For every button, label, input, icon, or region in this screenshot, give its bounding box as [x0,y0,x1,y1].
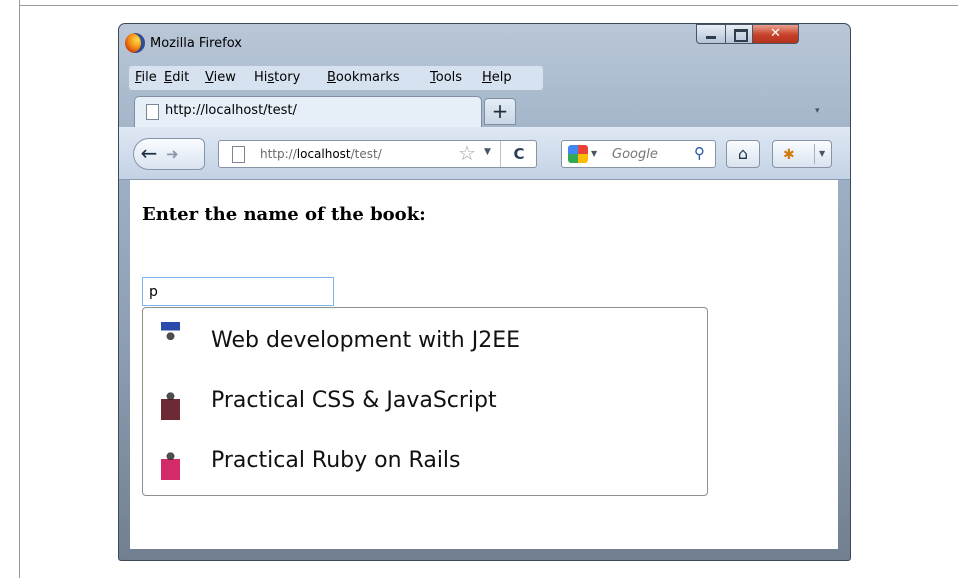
page-heading: Enter the name of the book: [142,204,426,225]
close-icon: ✕ [770,26,781,41]
maximize-icon [734,29,748,42]
menu-bar: File Edit View History Bookmarks Tools H… [129,66,543,90]
history-dropdown-icon[interactable]: ▼ [484,147,491,157]
menu-help[interactable]: Help [482,70,512,85]
home-button[interactable]: ⌂ [726,140,760,168]
menu-file[interactable]: File [135,70,157,85]
book-name-input[interactable] [142,277,334,306]
page-frame-line [19,5,958,6]
search-icon[interactable]: ⚲ [694,144,705,162]
bookmark-star-icon[interactable]: ☆ [458,141,476,165]
autocomplete-dropdown: Web development with J2EE Practical CSS … [142,307,708,496]
search-box[interactable]: ▼ Google ⚲ [561,140,716,168]
maximize-button[interactable] [725,24,753,44]
title-bar[interactable]: Mozilla Firefox ✕ [119,24,850,64]
close-button[interactable]: ✕ [752,24,799,44]
book-cover-ruby-icon [161,442,180,480]
minimize-button[interactable] [696,24,726,44]
reload-button[interactable]: C [500,141,537,167]
suggestion-label: Practical CSS & JavaScript [211,388,497,413]
book-cover-css-icon [161,382,180,420]
suggestion-item[interactable]: Practical CSS & JavaScript [143,371,707,431]
window-title: Mozilla Firefox [150,36,242,51]
tab-label: http://localhost/test/ [165,103,297,118]
new-tab-button[interactable]: + [484,98,516,125]
back-forward-group: ← ➜ [133,138,205,170]
tab-list-arrow-icon[interactable]: ▾ [815,106,820,116]
google-logo-icon [568,145,588,163]
search-engine-dropdown-icon[interactable]: ▼ [591,149,597,158]
menu-bookmarks[interactable]: Bookmarks [327,70,400,85]
minimize-icon [706,36,716,39]
page-content: Enter the name of the book: Web developm… [130,180,838,549]
addon-button[interactable]: ✱ ▼ [772,140,832,168]
forward-button[interactable]: ➜ [166,141,179,167]
menu-view[interactable]: View [205,70,236,85]
page-icon [146,104,159,120]
addon-dropdown-icon[interactable]: ▼ [819,149,825,158]
book-cover-j2ee-icon [161,322,180,360]
search-placeholder: Google [612,147,658,162]
url-text[interactable]: http://localhost/test/ [260,147,382,161]
tab-localhost-test[interactable]: http://localhost/test/ [134,96,482,127]
suggestion-item[interactable]: Practical Ruby on Rails [143,431,707,491]
menu-tools[interactable]: Tools [430,70,462,85]
page-icon [232,146,245,163]
menu-history[interactable]: History [254,70,300,85]
navigation-toolbar: ← ➜ http://localhost/test/ ☆ ▼ C ▼ Googl… [119,127,850,180]
suggestion-item[interactable]: Web development with J2EE [143,311,707,371]
ladybug-icon: ✱ [783,147,795,163]
back-button[interactable]: ← [135,140,163,168]
menu-edit[interactable]: Edit [164,70,189,85]
suggestion-label: Practical Ruby on Rails [211,448,461,473]
page-frame-line [19,0,20,578]
separator [814,144,815,164]
suggestion-label: Web development with J2EE [211,328,521,353]
firefox-logo-icon [125,33,145,53]
url-bar[interactable]: http://localhost/test/ ☆ ▼ C [218,140,537,168]
browser-window: Mozilla Firefox ✕ File Edit View History… [118,23,851,561]
